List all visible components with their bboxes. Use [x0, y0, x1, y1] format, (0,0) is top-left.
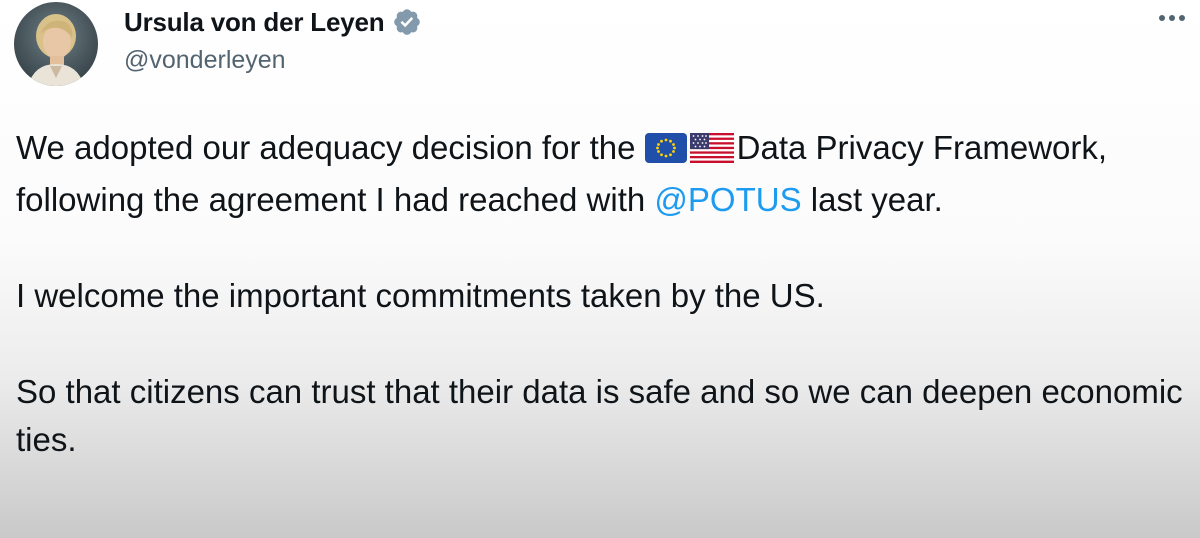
more-horizontal-icon — [1157, 10, 1187, 28]
tweet-paragraph-2: I welcome the important commitments take… — [16, 277, 825, 314]
tweet: Ursula von der Leyen @vonderleyen We ado… — [0, 0, 1200, 538]
more-options-button[interactable] — [1152, 4, 1192, 34]
avatar[interactable] — [14, 2, 98, 86]
tweet-text-segment: We adopted our adequacy decision for the — [16, 129, 645, 166]
author-name-row[interactable]: Ursula von der Leyen — [124, 4, 422, 40]
tweet-text-segment: last year. — [801, 181, 943, 218]
author-handle[interactable]: @vonderleyen — [124, 46, 286, 75]
eu-flag-icon — [644, 128, 687, 176]
tweet-paragraph-3: So that citizens can trust that their da… — [16, 373, 1183, 458]
tweet-paragraph-1: We adopted our adequacy decision for the… — [16, 124, 1186, 224]
mention-link[interactable]: @POTUS — [654, 181, 801, 218]
verified-badge-icon — [392, 7, 422, 37]
tweet-text: We adopted our adequacy decision for the… — [16, 124, 1186, 464]
us-flag-icon — [689, 128, 734, 176]
author-name[interactable]: Ursula von der Leyen — [124, 7, 385, 38]
